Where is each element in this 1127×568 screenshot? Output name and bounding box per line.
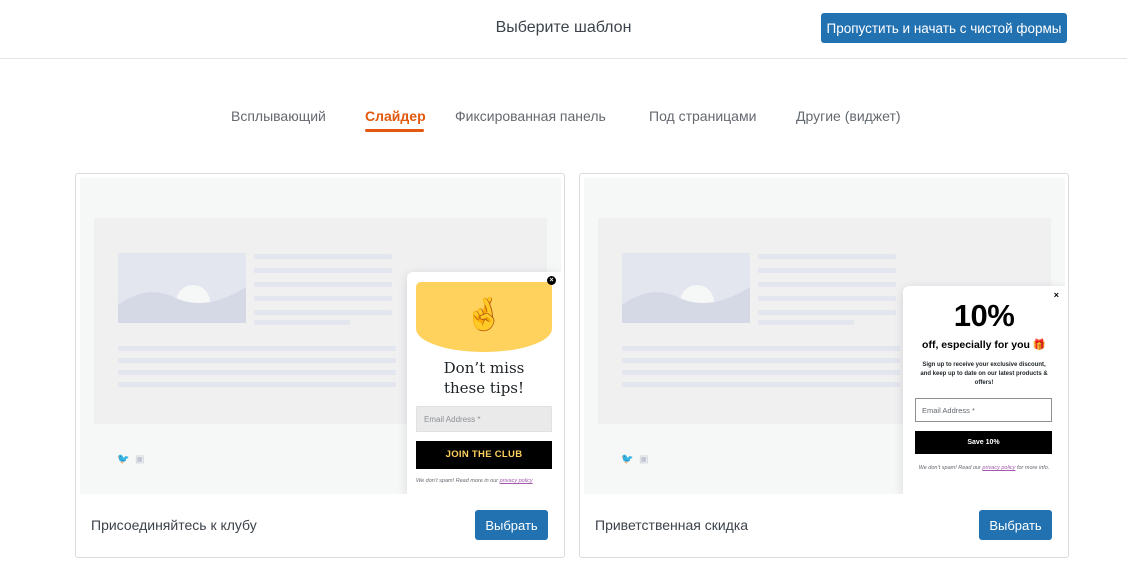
text-line — [254, 254, 392, 259]
skip-blank-form-button[interactable]: Пропустить и начать с чистой формы — [821, 13, 1067, 43]
select-template-button[interactable]: Выбрать — [475, 510, 548, 540]
close-icon: × — [547, 276, 556, 285]
slider-popup-preview: × 10% off, especially for you 🎁 Sign up … — [903, 286, 1065, 494]
top-bar: Выберите шаблон Пропустить и начать с чи… — [0, 0, 1127, 59]
twitter-icon: 🐦 — [621, 454, 634, 465]
text-line — [758, 310, 896, 315]
tab-below-pages[interactable]: Под страницами — [649, 108, 756, 124]
discount-subtitle: off, especially for you 🎁 — [922, 339, 1046, 351]
text-line — [622, 382, 900, 387]
image-placeholder — [622, 253, 750, 323]
discount-amount: 10% — [953, 298, 1015, 333]
card-footer: Присоединяйтесь к клубу Выбрать — [76, 494, 564, 557]
template-type-tabs: Всплывающий Слайдер Фиксированная панель… — [0, 108, 1127, 138]
template-preview: 🐦 ▣ 🤞 Don’t miss these tips! Email Addre… — [80, 178, 561, 494]
text-line — [118, 370, 396, 375]
text-line — [118, 346, 396, 351]
select-template-button[interactable]: Выбрать — [979, 510, 1052, 540]
text-line — [758, 320, 854, 325]
email-field: Email Address * — [416, 406, 552, 432]
save-discount-button: Save 10% — [915, 431, 1052, 454]
text-line — [622, 370, 900, 375]
template-card-welcome-discount[interactable]: 🐦 ▣ × 10% off, especially for you 🎁 Sign… — [579, 173, 1069, 558]
text-line — [118, 382, 396, 387]
tab-fixed-bar[interactable]: Фиксированная панель — [455, 108, 606, 124]
active-tab-indicator — [365, 129, 424, 132]
text-line — [254, 268, 392, 273]
facebook-icon: ▣ — [639, 454, 649, 465]
headline-line-2: these tips! — [443, 379, 525, 397]
template-name: Приветственная скидка — [595, 517, 749, 533]
slider-popup-preview: 🤞 Don’t miss these tips! Email Address *… — [407, 272, 561, 494]
tab-slider[interactable]: Слайдер — [365, 108, 426, 124]
popup-header-shape: 🤞 — [416, 282, 552, 352]
popup-headline: Don’t miss these tips! — [407, 358, 561, 398]
text-line — [254, 320, 350, 325]
privacy-note: We don’t spam! Read our privacy policy f… — [913, 464, 1055, 472]
join-club-button: JOIN THE CLUB — [416, 441, 552, 469]
facebook-icon: ▣ — [135, 454, 145, 465]
privacy-text: We don’t spam! Read more in our — [416, 478, 499, 484]
privacy-text-after: for more info. — [1016, 465, 1050, 471]
privacy-link: privacy policy — [499, 478, 533, 484]
tab-other-widget[interactable]: Другие (виджет) — [796, 108, 901, 124]
text-line — [622, 358, 900, 363]
discount-description: Sign up to receive your exclusive discou… — [920, 362, 1048, 386]
text-line — [622, 346, 900, 351]
card-footer: Приветственная скидка Выбрать — [580, 494, 1068, 557]
email-field: Email Address * — [915, 398, 1052, 422]
tab-popup[interactable]: Всплывающий — [231, 108, 326, 124]
text-line — [254, 310, 392, 315]
template-name: Присоединяйтесь к клубу — [91, 517, 257, 533]
crossed-fingers-icon: 🤞 — [464, 296, 504, 332]
text-line — [758, 282, 896, 287]
text-line — [254, 282, 392, 287]
privacy-note: We don’t spam! Read more in our privacy … — [416, 478, 556, 484]
text-line — [758, 254, 896, 259]
mountain-shape — [622, 287, 750, 323]
text-line — [758, 268, 896, 273]
mountain-shape — [118, 287, 246, 323]
text-line — [118, 358, 396, 363]
template-preview: 🐦 ▣ × 10% off, especially for you 🎁 Sign… — [584, 178, 1065, 494]
image-placeholder — [118, 253, 246, 323]
text-line — [758, 296, 896, 301]
headline-line-1: Don’t miss — [443, 359, 525, 377]
template-card-join-club[interactable]: 🐦 ▣ 🤞 Don’t miss these tips! Email Addre… — [75, 173, 565, 558]
privacy-link: privacy policy — [982, 465, 1016, 471]
twitter-icon: 🐦 — [117, 454, 130, 465]
text-line — [254, 296, 392, 301]
privacy-text: We don’t spam! Read our — [918, 465, 981, 471]
